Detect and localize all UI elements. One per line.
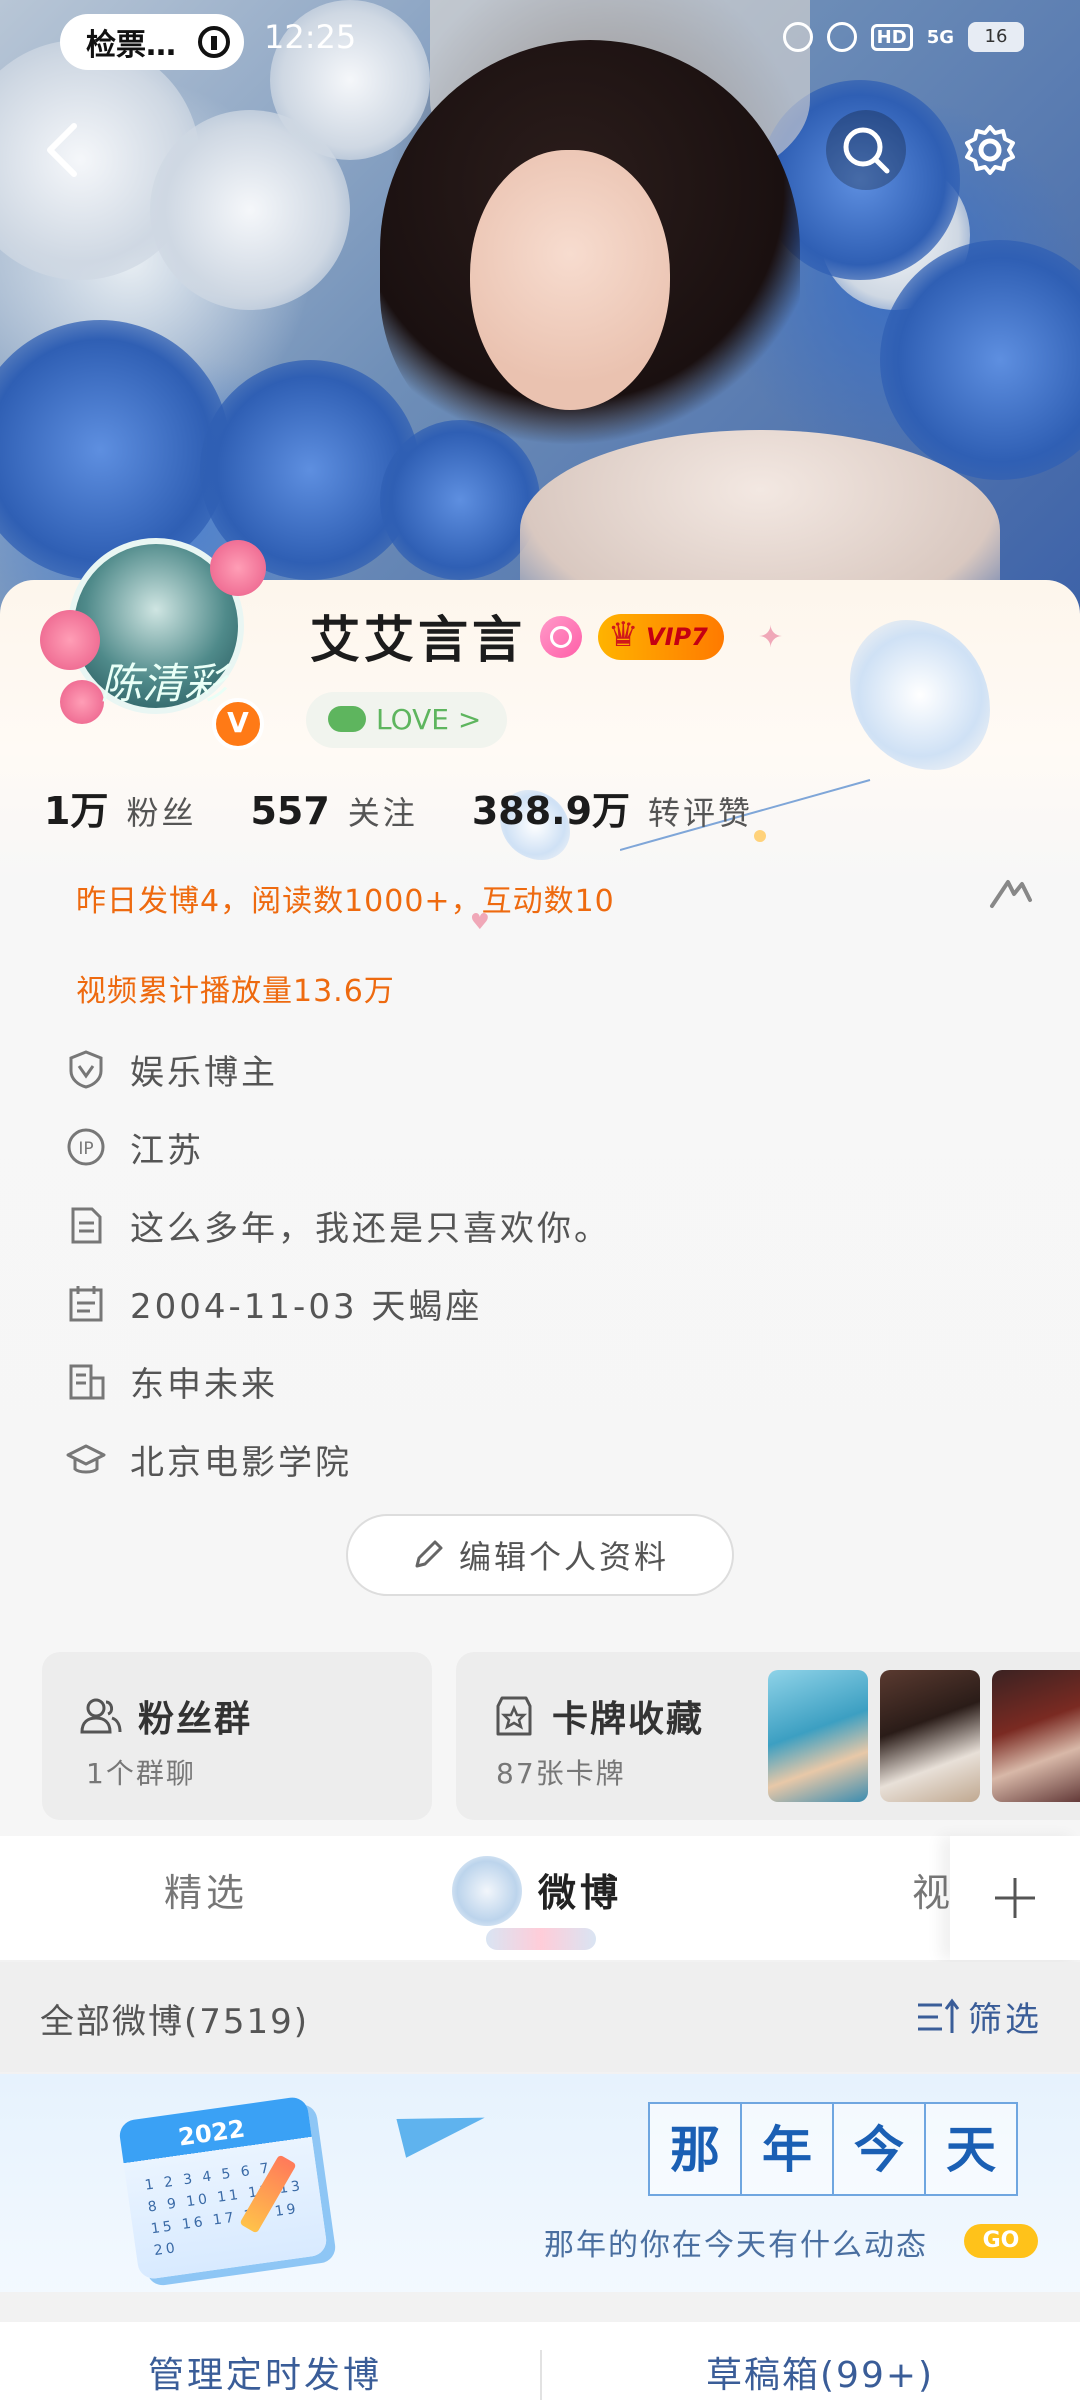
system-icons: HD 5G 16 (782, 22, 1024, 52)
avatar-signature: 陈清彩 (100, 659, 227, 708)
banner-title-char: 今 (832, 2102, 926, 2196)
stats-row: 1万 粉丝 557 关注 388.9万 转评赞 (44, 780, 807, 835)
card-thumbnail[interactable] (880, 1670, 980, 1802)
info-row-ip: IP 江苏 (66, 1120, 204, 1174)
likes-label[interactable]: 转评赞 (648, 788, 753, 834)
info-row-bio: 这么多年，我还是只喜欢你。 (66, 1198, 611, 1252)
search-button[interactable] (826, 110, 906, 190)
info-row-category[interactable]: 娱乐博主 (66, 1042, 278, 1096)
calendar-days: 1 2 3 4 5 6 78 9 10 11 12 13 15 16 17 18 … (143, 2160, 304, 2260)
banner-title: 那 年 今 天 (648, 2102, 1018, 2196)
notification-text: 检票… (86, 28, 176, 63)
school-text: 北京电影学院 (130, 1442, 352, 1483)
daily-summary[interactable]: 昨日发博4，阅读数1000+，互动数10 (76, 876, 615, 920)
company-icon (69, 1364, 105, 1400)
card-collection-title: 卡牌收藏 (552, 1699, 705, 1740)
tab-decoration (452, 1856, 522, 1926)
sparkle-decoration: ✦ (758, 620, 784, 655)
banner-title-char: 年 (740, 2102, 834, 2196)
tab-featured[interactable]: 精选 (164, 1862, 248, 1917)
super-topic-badge-icon[interactable] (540, 616, 582, 658)
following-label[interactable]: 关注 (348, 788, 418, 834)
on-this-day-banner[interactable]: 2022 1 2 3 4 5 6 78 9 10 11 12 13 15 16 1… (0, 2074, 1080, 2292)
calendar-year: 2022 (176, 2114, 247, 2152)
back-button[interactable] (22, 110, 102, 190)
info-row-school: 北京电影学院 (66, 1432, 352, 1486)
card-collection-card[interactable]: 卡牌收藏 87张卡牌 (456, 1652, 1080, 1820)
battery-icon: 16 (968, 22, 1024, 52)
tab-weibo[interactable]: 微博 (538, 1862, 622, 1917)
banner-title-char: 那 (648, 2102, 742, 2196)
filter-button[interactable]: 筛选 (916, 1992, 1042, 2041)
calendar-icon (69, 1286, 103, 1322)
graduation-cap-icon (66, 1444, 106, 1474)
clock: 12:25 (264, 18, 357, 56)
edit-profile-button[interactable]: 编辑个人资料 (346, 1514, 734, 1596)
filter-icon (918, 1998, 960, 2033)
filter-label: 筛选 (968, 2000, 1042, 2040)
fans-group-title: 粉丝群 (138, 1699, 253, 1740)
status-bar: 检票… 12:25 HD 5G 16 (0, 0, 1080, 80)
following-count[interactable]: 557 (250, 789, 329, 833)
likes-count[interactable]: 388.9万 (472, 780, 630, 835)
notification-pill[interactable]: 检票… (60, 14, 244, 70)
info-row-company: 东申未来 (66, 1354, 278, 1408)
calendar-illustration: 2022 1 2 3 4 5 6 78 9 10 11 12 13 15 16 1… (117, 2095, 329, 2281)
plus-icon (995, 1878, 1035, 1918)
fans-count[interactable]: 1万 (44, 780, 108, 835)
category-text: 娱乐博主 (130, 1052, 278, 1093)
railway-icon (198, 26, 230, 58)
bio-text: 这么多年，我还是只喜欢你。 (130, 1208, 611, 1249)
svg-text:IP: IP (78, 1139, 93, 1159)
love-pill[interactable]: LOVE > (306, 692, 508, 748)
profile-tabs: 精选 微博 视 (0, 1836, 1080, 1960)
video-summary[interactable]: 视频累计播放量13.6万 (76, 966, 395, 1010)
vip-badge[interactable]: VIP7 (598, 612, 724, 660)
info-row-birthday: 2004-11-03 天蝎座 (66, 1276, 482, 1330)
edit-profile-label: 编辑个人资料 (458, 1538, 669, 1576)
card-collection-sub: 87张卡牌 (496, 1757, 626, 1790)
search-icon (843, 127, 890, 174)
hd-icon: HD (870, 23, 913, 51)
mute-icon (826, 22, 857, 52)
settings-button[interactable] (950, 110, 1030, 190)
drafts-button[interactable]: 草稿箱(99+) (706, 2346, 934, 2398)
birthday-text: 2004-11-03 天蝎座 (130, 1286, 483, 1327)
fans-group-icon (80, 1698, 122, 1734)
feed-filter-bar: 全部微博(7519) 筛选 (0, 1962, 1080, 2072)
tab-decoration (486, 1928, 596, 1950)
divider (540, 2350, 542, 2400)
fans-label[interactable]: 粉丝 (126, 788, 196, 834)
ip-text: 江苏 (130, 1130, 204, 1171)
verified-shield-icon (69, 1050, 103, 1089)
scheduled-posts-button[interactable]: 管理定时发博 (148, 2346, 382, 2398)
add-tab-button[interactable] (950, 1836, 1080, 1960)
go-button[interactable]: GO (964, 2224, 1038, 2258)
chevron-left-icon (47, 123, 77, 177)
bio-document-icon (71, 1207, 102, 1244)
verified-badge-icon[interactable]: V (212, 698, 264, 750)
ip-location-icon: IP (67, 1128, 105, 1166)
banner-subtitle: 那年的你在今天有什么动态 (544, 2228, 928, 2263)
alarm-icon (782, 22, 813, 52)
love-label: LOVE > (376, 703, 482, 736)
fans-group-sub: 1个群聊 (86, 1757, 196, 1790)
fans-group-card[interactable]: 粉丝群 1个群聊 (42, 1652, 432, 1820)
all-posts-count[interactable]: 全部微博(7519) (40, 1994, 309, 2043)
gear-icon (965, 125, 1015, 175)
card-thumbnail[interactable] (768, 1670, 868, 1802)
collapse-icon[interactable] (988, 870, 1034, 916)
cloud-icon (328, 706, 366, 732)
paper-plane-icon (396, 2098, 490, 2158)
tab-video[interactable]: 视 (912, 1862, 954, 1917)
username: 艾艾言言 (310, 611, 526, 669)
card-thumbnail[interactable] (992, 1670, 1080, 1802)
company-text: 东申未来 (130, 1364, 278, 1405)
signal-icon: 5G (926, 26, 954, 48)
banner-title-char: 天 (924, 2102, 1018, 2196)
card-collection-icon (496, 1696, 532, 1736)
bottom-actions: 管理定时发博 草稿箱(99+) (0, 2322, 1080, 2400)
pencil-icon (415, 1540, 443, 1568)
